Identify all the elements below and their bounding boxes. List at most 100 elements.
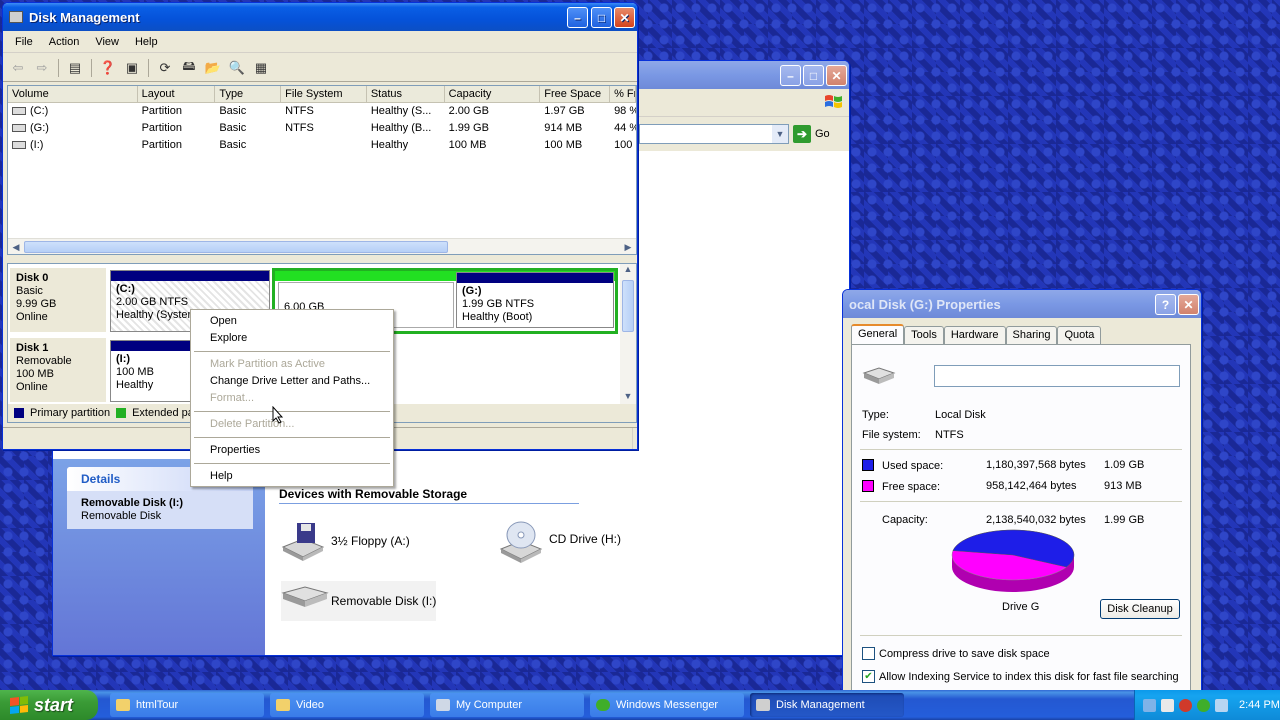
address-dropdown-icon[interactable]: ▼ [772, 125, 788, 143]
refresh-icon[interactable]: ⟳ [154, 57, 176, 79]
cell-capacity: 1.99 GB [448, 122, 489, 134]
task-label: My Computer [456, 699, 523, 711]
free-space-row: Free space: 958,142,464 bytes 913 MB [862, 480, 1142, 493]
details-name: Removable Disk (I:) [81, 497, 184, 509]
col-free-space[interactable]: Free Space [540, 86, 611, 102]
go-button[interactable]: ➔ Go [793, 125, 830, 143]
menu-item-explore[interactable]: Explore [193, 330, 391, 347]
filesystem-row: File system: NTFS [862, 429, 964, 441]
partition-i[interactable]: (I:) 100 MB Healthy [110, 340, 194, 402]
taskbar: start htmlTour Video My Computer Windows… [0, 690, 1280, 720]
forward-arrow-icon[interactable]: ⇨ [31, 57, 53, 79]
col-file-system[interactable]: File System [281, 86, 367, 102]
compress-option[interactable]: Compress drive to save disk space [862, 647, 1050, 660]
free-space-bytes: 958,142,464 bytes [986, 480, 1077, 492]
maximize-button[interactable]: □ [803, 65, 824, 86]
disk1-label[interactable]: Disk 1 Removable 100 MB Online [10, 338, 106, 402]
disk1-state: Online [16, 381, 48, 393]
disk0-label[interactable]: Disk 0 Basic 9.99 GB Online [10, 268, 106, 332]
scroll-up-icon[interactable]: ▲ [620, 264, 636, 278]
volume-label-input[interactable] [934, 365, 1180, 387]
properties-titlebar[interactable]: ocal Disk (G:) Properties ? ✕ [843, 290, 1201, 318]
col-type[interactable]: Type [215, 86, 282, 102]
col-status[interactable]: Status [367, 86, 445, 102]
col-capacity[interactable]: Capacity [445, 86, 541, 102]
search-icon[interactable]: 🔍 [226, 57, 248, 79]
floppy-drive-item[interactable]: 3½ Floppy (A:) [281, 521, 410, 561]
details-body: Removable Disk (I:) Removable Disk [67, 491, 253, 529]
table-row[interactable]: (G:) Partition Basic NTFS Healthy (B... … [8, 120, 636, 137]
disk-cleanup-button[interactable]: Disk Cleanup [1100, 599, 1180, 619]
menu-strip [639, 89, 849, 117]
menu-file[interactable]: File [7, 36, 41, 48]
menu-help[interactable]: Help [127, 36, 166, 48]
type-row: Type: Local Disk [862, 409, 986, 421]
close-button[interactable]: ✕ [826, 65, 847, 86]
close-button[interactable]: ✕ [1178, 294, 1199, 315]
col-layout[interactable]: Layout [138, 86, 216, 102]
removable-disk-item[interactable]: Removable Disk (I:) [281, 581, 437, 621]
capacity-gb: 1.99 GB [1104, 514, 1145, 526]
disk1-size: 100 MB [16, 368, 54, 380]
floppy-drive-label: 3½ Floppy (A:) [331, 534, 410, 548]
vertical-scrollbar[interactable]: ▲ ▼ [620, 264, 636, 405]
menu-item-open[interactable]: Open [193, 313, 391, 330]
scroll-thumb[interactable] [622, 280, 634, 332]
task-video[interactable]: Video [270, 693, 424, 717]
network-icon[interactable] [1143, 698, 1156, 712]
messenger-tray-icon[interactable] [1197, 698, 1210, 712]
menu-item-change-drive-letter[interactable]: Change Drive Letter and Paths... [193, 373, 391, 390]
menu-item-properties[interactable]: Properties [193, 442, 391, 459]
drive-icon [12, 107, 26, 115]
cd-drive-item[interactable]: CD Drive (H:) [499, 519, 621, 563]
help-icon[interactable]: ❓ [97, 57, 119, 79]
safely-remove-icon[interactable] [1161, 698, 1174, 712]
disk-management-icon [756, 699, 770, 711]
index-option[interactable]: ✔ Allow Indexing Service to index this d… [862, 670, 1179, 683]
task-disk-management[interactable]: Disk Management [750, 693, 904, 717]
tab-tools[interactable]: Tools [904, 326, 944, 344]
tab-sharing[interactable]: Sharing [1005, 326, 1058, 344]
close-button[interactable]: ✕ [614, 7, 635, 28]
properties-icon[interactable]: ▣ [121, 57, 143, 79]
menu-item-help[interactable]: Help [193, 468, 391, 485]
menu-action[interactable]: Action [41, 36, 88, 48]
table-row[interactable]: (I:) Partition Basic Healthy 100 MB 100 … [8, 137, 636, 154]
scroll-right-icon[interactable]: ▶ [621, 240, 635, 254]
task-my-computer[interactable]: My Computer [430, 693, 584, 717]
task-htmltour[interactable]: htmlTour [110, 693, 264, 717]
open-folder-icon[interactable]: 📂 [202, 57, 224, 79]
divider [860, 449, 1182, 450]
divider [860, 635, 1182, 636]
task-windows-messenger[interactable]: Windows Messenger [590, 693, 744, 717]
partition-g[interactable]: (G:) 1.99 GB NTFS Healthy (Boot) [456, 272, 614, 328]
partition-i-name: (I:) [116, 353, 131, 365]
scroll-left-icon[interactable]: ◀ [9, 240, 23, 254]
tab-quota[interactable]: Quota [1057, 326, 1102, 344]
scroll-down-icon[interactable]: ▼ [620, 391, 636, 405]
disk-icon[interactable]: 🖴 [178, 57, 200, 79]
tab-hardware[interactable]: Hardware [943, 326, 1006, 344]
disk-management-titlebar[interactable]: Disk Management – □ ✕ [3, 3, 637, 31]
security-alert-icon[interactable] [1179, 698, 1192, 712]
scroll-thumb[interactable] [24, 241, 448, 253]
compress-checkbox[interactable] [862, 647, 875, 660]
col-percent-free[interactable]: % Fr [610, 86, 636, 102]
settings-icon[interactable]: ▦ [250, 57, 272, 79]
col-volume[interactable]: Volume [8, 86, 138, 102]
minimize-button[interactable]: – [567, 7, 588, 28]
show-hide-tree-icon[interactable]: ▤ [64, 57, 86, 79]
index-checkbox[interactable]: ✔ [862, 670, 875, 683]
horizontal-scrollbar[interactable]: ◀ ▶ [8, 238, 636, 254]
cell-type: Basic [219, 105, 247, 117]
start-button[interactable]: start [0, 690, 98, 720]
help-button[interactable]: ? [1155, 294, 1176, 315]
menu-view[interactable]: View [87, 36, 127, 48]
address-input[interactable]: ▼ [639, 124, 789, 144]
volume-icon[interactable] [1215, 698, 1228, 712]
back-arrow-icon[interactable]: ⇦ [7, 57, 29, 79]
tab-general[interactable]: General [851, 324, 905, 344]
table-row[interactable]: (C:) Partition Basic NTFS Healthy (S... … [8, 103, 636, 120]
minimize-button[interactable]: – [780, 65, 801, 86]
maximize-button[interactable]: □ [591, 7, 612, 28]
